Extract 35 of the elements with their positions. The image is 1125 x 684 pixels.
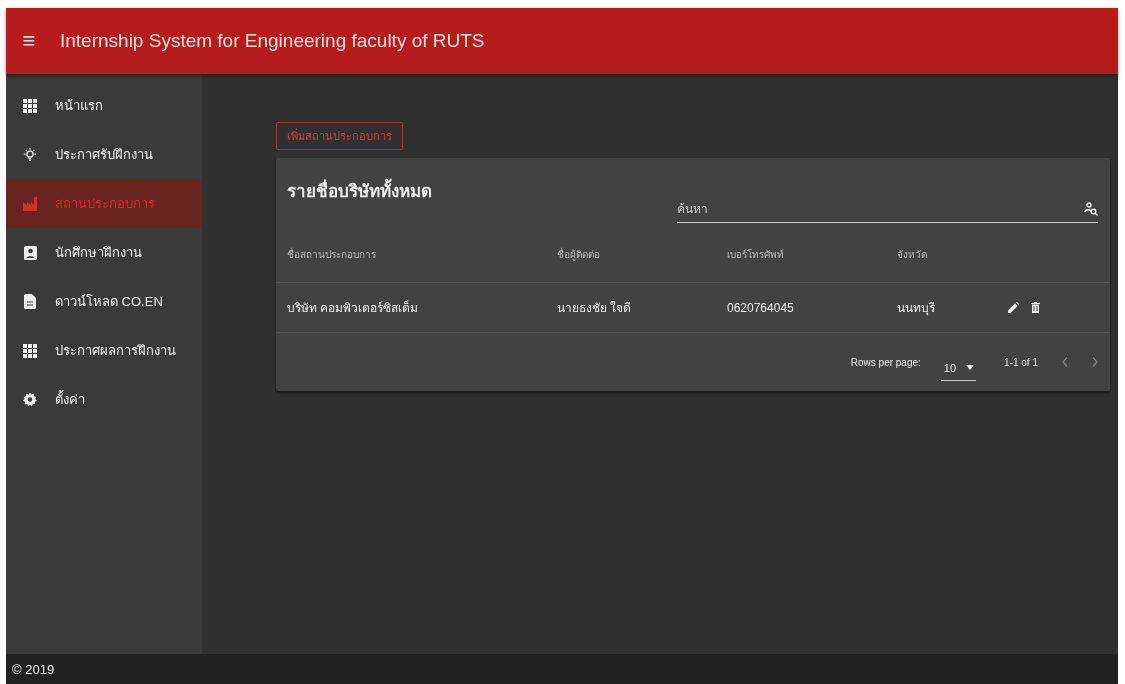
rows-per-page-label: Rows per page: (850, 356, 921, 368)
settings-icon (23, 392, 37, 407)
table-cell-text: 0620764045 (727, 300, 795, 315)
dropdown-icon (966, 365, 975, 370)
rows-per-page-select[interactable]: 10 (940, 355, 977, 381)
next-page-button[interactable] (1092, 357, 1098, 367)
sidebar-item[interactable]: ตั้งค่า (6, 375, 202, 424)
sidebar-item[interactable]: ดาวน์โหลด CO.EN (6, 277, 202, 326)
table-cell-text: นายธงชัย ใจดี (557, 300, 633, 317)
sidebar-item[interactable]: นักศึกษาฝึกงาน (6, 228, 202, 277)
grid-icon (23, 343, 37, 358)
copyright-text: © 2019 (12, 661, 55, 677)
column-header[interactable]: จังหวัด (897, 246, 1008, 262)
table-cell-text: บริษัท คอมพิวเตอร์ซิสเต็ม (287, 299, 420, 317)
search-icon (1084, 202, 1098, 216)
sidebar-item[interactable]: ประกาศรับฝึกงาน (6, 130, 202, 179)
previous-page-button[interactable] (1062, 357, 1068, 367)
column-header[interactable]: ชื่อสถานประกอบการ (287, 246, 557, 262)
table-cell-text: นนทบุรี (897, 300, 936, 317)
menu-button[interactable]: ≡ (18, 30, 40, 52)
trash-icon[interactable] (1031, 302, 1040, 313)
document-icon (24, 294, 36, 309)
person-card-icon (23, 245, 37, 260)
pencil-icon[interactable] (1008, 302, 1019, 313)
sidebar-item[interactable]: หน้าแรก (6, 81, 202, 130)
table-title: รายชื่อบริษัททั้งหมด (287, 177, 677, 204)
search-field[interactable]: ค้นหา (677, 202, 1084, 216)
factory-icon (23, 196, 37, 211)
sidebar-item[interactable]: ประกาศผลการฝึกงาน (6, 326, 202, 375)
grid-icon (23, 98, 37, 113)
column-header[interactable]: ชื่อผู้ติดต่อ (557, 246, 727, 262)
app-title: Internship System for Engineering faculty of RUTS (60, 30, 485, 52)
column-header[interactable]: เบอร์โทรศัพท์ (727, 246, 897, 262)
page-range: 1-1 of 1 (1004, 356, 1038, 368)
lightbulb-icon (23, 146, 37, 163)
